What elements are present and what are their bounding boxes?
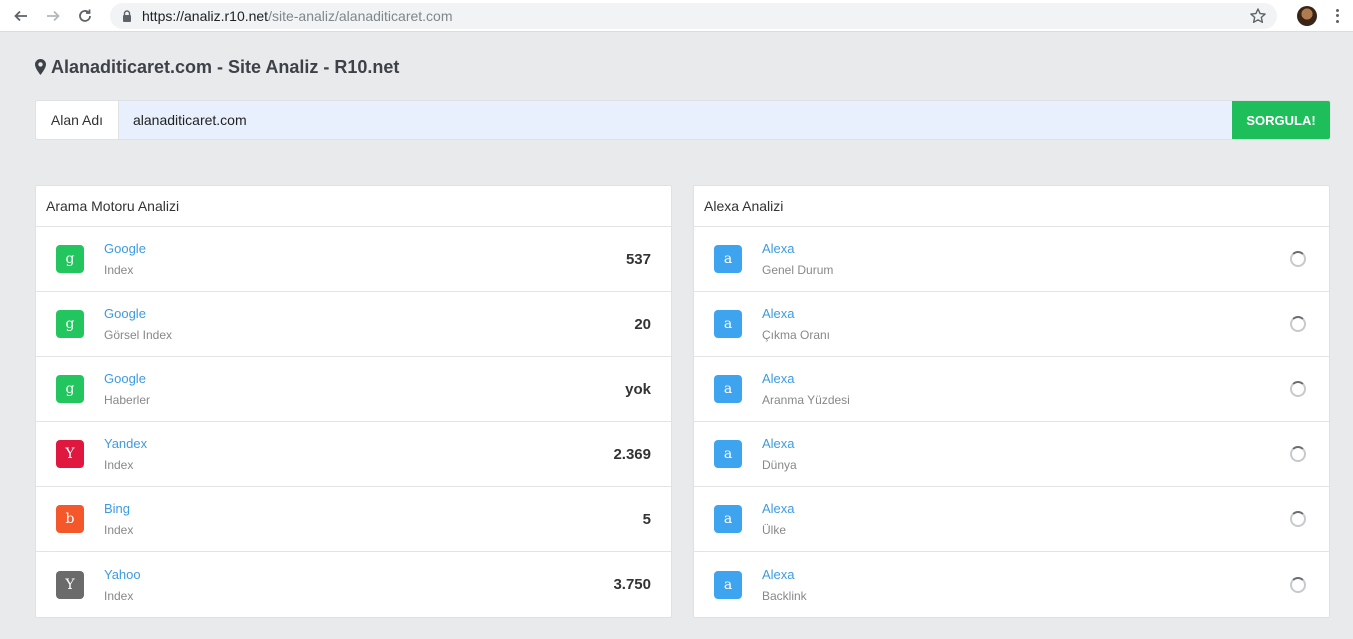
row-text: Alexa Dünya (762, 436, 1290, 472)
arrow-left-icon (14, 10, 27, 21)
alexa-icon: a (714, 310, 742, 338)
profile-avatar[interactable] (1297, 5, 1317, 26)
alexa-icon: a (714, 375, 742, 403)
row-text: Alexa Backlink (762, 567, 1290, 603)
back-button[interactable] (8, 3, 34, 29)
row-name-link[interactable]: Google (104, 306, 634, 321)
google-icon: g (56, 310, 84, 338)
row-subtitle: Dünya (762, 458, 797, 472)
yahoo-icon: Y (56, 570, 84, 599)
row-value: 2.369 (613, 445, 651, 463)
search-engine-panel: Arama Motoru Analizi g Google Index 537 g Goo… (35, 185, 672, 618)
row-subtitle: Haberler (104, 393, 151, 407)
list-item: g Google Görsel Index 20 (36, 292, 671, 357)
row-value: 20 (634, 315, 651, 333)
row-text: Google Görsel Index (104, 306, 634, 342)
row-value: yok (625, 380, 651, 398)
row-value: 537 (625, 250, 651, 268)
lock-icon (123, 9, 131, 22)
alexa-panel: Alexa Analizi a Alexa Genel Durum a Alexa Çık… (693, 185, 1330, 618)
query-button[interactable]: SORGULA! (1232, 101, 1330, 139)
list-item: g Google Haberler yok (36, 357, 671, 422)
row-name-link[interactable]: Google (104, 371, 625, 386)
row-text: Alexa Çıkma Oranı (762, 306, 1290, 342)
address-bar[interactable]: https://analiz.r10.net/site-analiz/alana… (110, 2, 1277, 29)
list-item: a Alexa Genel Durum (694, 227, 1329, 292)
bing-icon: b (56, 505, 84, 533)
list-item: b Bing Index 5 (36, 487, 671, 552)
loading-spinner-icon (1290, 511, 1306, 527)
list-item: a Alexa Backlink (694, 552, 1329, 617)
row-value: 3.750 (613, 576, 651, 593)
list-item: g Google Index 537 (36, 227, 671, 292)
page-content: Alanaditicaret.com - Site Analiz - R10.n… (0, 56, 1353, 618)
google-icon: g (56, 375, 84, 403)
row-text: Google Haberler (104, 371, 625, 407)
row-name-link[interactable]: Alexa (762, 371, 1290, 386)
browser-toolbar: https://analiz.r10.net/site-analiz/alana… (0, 0, 1353, 32)
google-icon: g (56, 245, 84, 273)
url-path: /site-analiz/alanaditicaret.com (268, 7, 453, 24)
alexa-icon: a (714, 440, 742, 468)
browser-menu-icon[interactable] (1329, 7, 1345, 25)
loading-spinner-icon (1290, 446, 1306, 462)
arrow-right-icon (47, 10, 60, 21)
row-subtitle: Index (104, 523, 134, 537)
row-text: Google Index (104, 241, 626, 277)
row-text: Yahoo Index (104, 567, 613, 603)
page-title: Alanaditicaret.com - Site Analiz - R10.n… (35, 56, 1331, 78)
row-subtitle: Index (104, 263, 134, 277)
list-item: Y Yandex Index 2.369 (36, 422, 671, 487)
list-item: a Alexa Çıkma Oranı (694, 292, 1329, 357)
row-name-link[interactable]: Alexa (762, 567, 1290, 582)
forward-button[interactable] (40, 3, 66, 29)
domain-label: Alan Adı (36, 101, 119, 139)
map-marker-icon (35, 59, 46, 75)
row-text: Yandex Index (104, 436, 613, 472)
list-item: Y Yahoo Index 3.750 (36, 552, 671, 617)
row-subtitle: Aranma Yüzdesi (762, 393, 850, 407)
alexa-icon: a (714, 245, 742, 273)
loading-spinner-icon (1290, 316, 1306, 332)
row-subtitle: Ülke (762, 523, 787, 537)
domain-search-form: Alan Adı SORGULA! (35, 100, 1331, 140)
search-engine-panel-title: Arama Motoru Analizi (36, 186, 671, 227)
list-item: a Alexa Dünya (694, 422, 1329, 487)
row-name-link[interactable]: Alexa (762, 501, 1290, 516)
reload-icon (79, 9, 91, 22)
row-name-link[interactable]: Bing (104, 501, 643, 516)
alexa-panel-title: Alexa Analizi (694, 186, 1329, 227)
loading-spinner-icon (1290, 251, 1306, 267)
alexa-icon: a (714, 505, 742, 533)
row-subtitle: Index (104, 588, 134, 603)
row-subtitle: Index (104, 458, 134, 472)
row-subtitle: Genel Durum (762, 263, 834, 277)
row-subtitle: Çıkma Oranı (762, 328, 831, 342)
alexa-icon: a (714, 570, 742, 599)
loading-spinner-icon (1290, 381, 1306, 397)
row-name-link[interactable]: Google (104, 241, 626, 256)
row-subtitle: Görsel Index (104, 328, 173, 342)
reload-button[interactable] (72, 3, 98, 29)
row-text: Alexa Genel Durum (762, 241, 1290, 277)
row-text: Alexa Ülke (762, 501, 1290, 537)
list-item: a Alexa Ülke (694, 487, 1329, 552)
row-text: Alexa Aranma Yüzdesi (762, 371, 1290, 407)
url-host: https://analiz.r10.net (142, 7, 269, 24)
list-item: a Alexa Aranma Yüzdesi (694, 357, 1329, 422)
loading-spinner-icon (1290, 576, 1306, 593)
row-name-link[interactable]: Yahoo (104, 567, 613, 582)
page-title-text: Alanaditicaret.com - Site Analiz - R10.n… (51, 56, 400, 77)
yandex-icon: Y (56, 440, 84, 468)
row-name-link[interactable]: Alexa (762, 306, 1290, 321)
domain-input[interactable] (119, 101, 1232, 139)
bookmark-star-icon[interactable] (1249, 7, 1267, 25)
row-name-link[interactable]: Yandex (104, 436, 613, 451)
row-text: Bing Index (104, 501, 643, 537)
row-name-link[interactable]: Alexa (762, 241, 1290, 256)
row-name-link[interactable]: Alexa (762, 436, 1290, 451)
row-value: 5 (642, 510, 651, 528)
row-subtitle: Backlink (762, 588, 807, 603)
